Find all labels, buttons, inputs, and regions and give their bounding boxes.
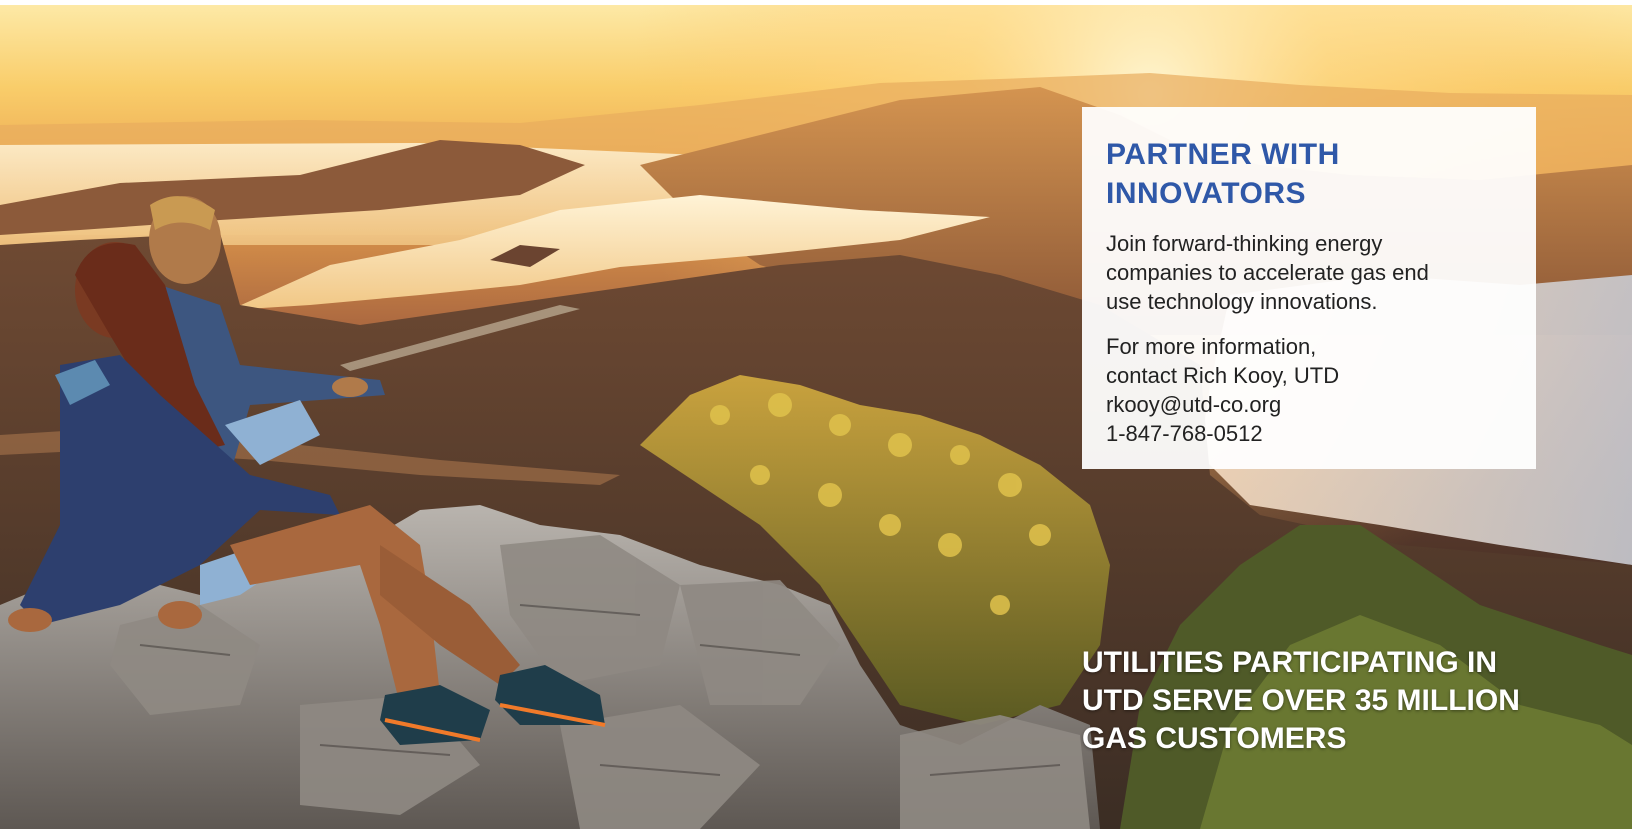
customers-stat-text: UTILITIES PARTICIPATING IN UTD SERVE OVE…	[1082, 646, 1520, 755]
contact-phone[interactable]: 1-847-768-0512	[1106, 419, 1512, 448]
contact-info: For more information, contact Rich Kooy,…	[1106, 332, 1512, 448]
contact-email[interactable]: rkooy@utd-co.org	[1106, 390, 1512, 419]
card-description: Join forward-thinking energy companies t…	[1106, 231, 1429, 314]
contact-name: contact Rich Kooy, UTD	[1106, 363, 1340, 388]
card-title: PARTNER WITH INNOVATORS	[1106, 138, 1340, 210]
partner-info-card: PARTNER WITH INNOVATORS Join forward-thi…	[1082, 107, 1536, 469]
contact-intro: For more information,	[1106, 334, 1317, 359]
